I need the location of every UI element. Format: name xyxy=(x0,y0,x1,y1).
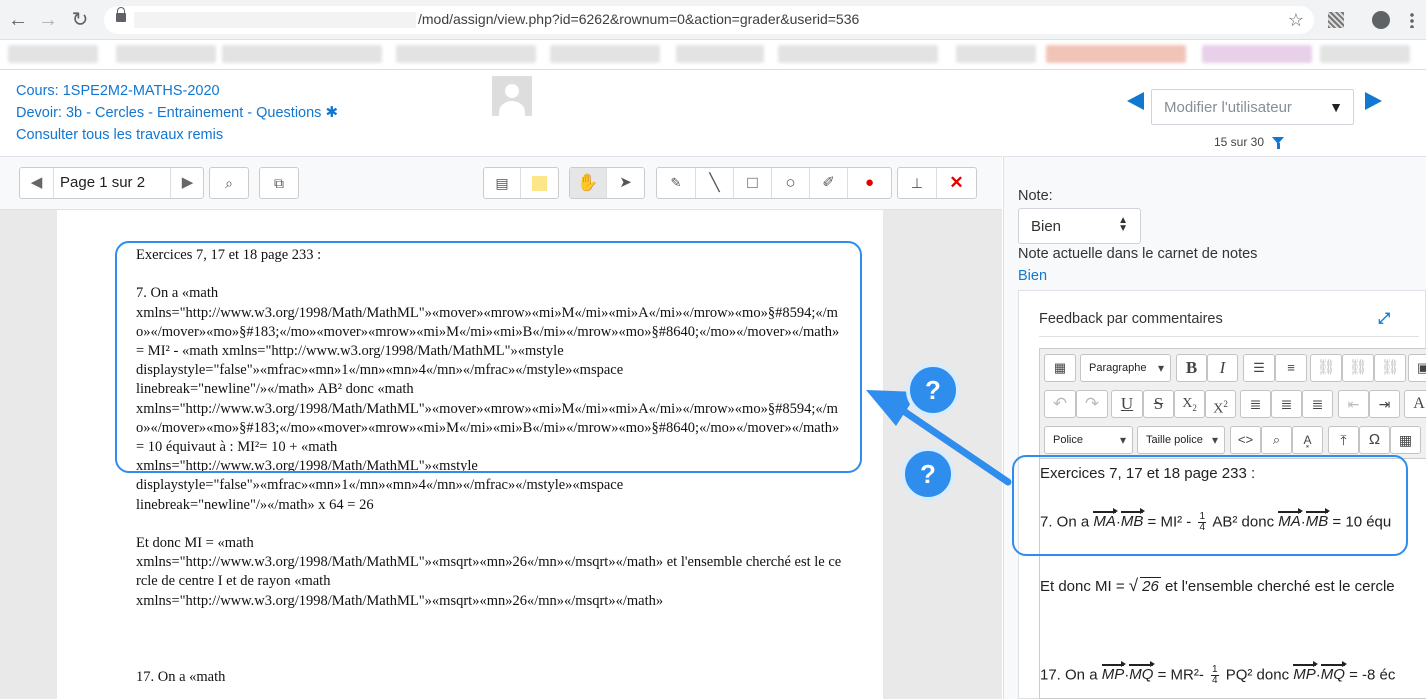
help-icon[interactable]: ? xyxy=(906,363,960,417)
help-icon[interactable]: ? xyxy=(901,447,955,501)
annotation-arrow-overlay xyxy=(866,390,1012,486)
